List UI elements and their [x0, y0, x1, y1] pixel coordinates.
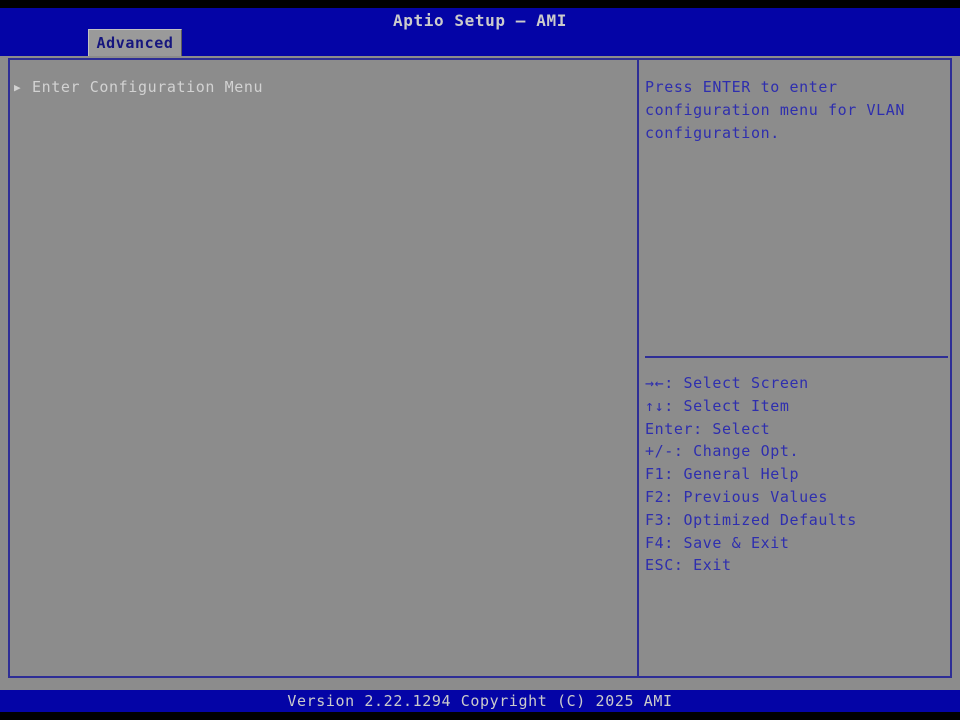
hotkey-f1-general-help: F1: General Help: [645, 465, 800, 484]
options-panel: ▶ Enter Configuration Menu: [10, 60, 637, 676]
menu-item-enter-configuration-menu[interactable]: ▶ Enter Configuration Menu: [10, 60, 637, 96]
version-copyright-text: Version 2.22.1294 Copyright (C) 2025 AMI: [287, 692, 673, 710]
hotkey-legend: →←: Select Screen ↑↓: Select Item Enter:…: [645, 372, 948, 577]
footer-bar: Version 2.22.1294 Copyright (C) 2025 AMI: [0, 690, 960, 712]
tab-advanced[interactable]: Advanced: [88, 29, 182, 56]
help-panel: Press ENTER to enter configuration menu …: [639, 60, 950, 676]
hotkey-esc-exit: ESC: Exit: [645, 556, 732, 575]
header-bar: Aptio Setup – AMI Advanced: [0, 8, 960, 56]
hotkey-f2-previous-values: F2: Previous Values: [645, 487, 828, 506]
hotkey-select-screen: →←: Select Screen: [645, 374, 809, 392]
setup-panel: ▶ Enter Configuration Menu Press ENTER t…: [8, 58, 952, 678]
hotkey-f3-optimized-defaults: F3: Optimized Defaults: [645, 510, 857, 529]
hotkey-f4-save-exit: F4: Save & Exit: [645, 533, 790, 552]
hotkey-select-item: ↑↓: Select Item: [645, 396, 790, 415]
submenu-arrow-icon: ▶: [14, 80, 21, 94]
help-divider-line: [645, 356, 948, 358]
hotkey-enter-select: Enter: Select: [645, 419, 771, 438]
hotkey-change-opt: +/-: Change Opt.: [645, 442, 800, 461]
window-title: Aptio Setup – AMI: [393, 11, 567, 30]
main-area: ▶ Enter Configuration Menu Press ENTER t…: [0, 56, 960, 690]
help-text: Press ENTER to enter configuration menu …: [645, 78, 906, 142]
menu-item-label: Enter Configuration Menu: [32, 78, 264, 96]
